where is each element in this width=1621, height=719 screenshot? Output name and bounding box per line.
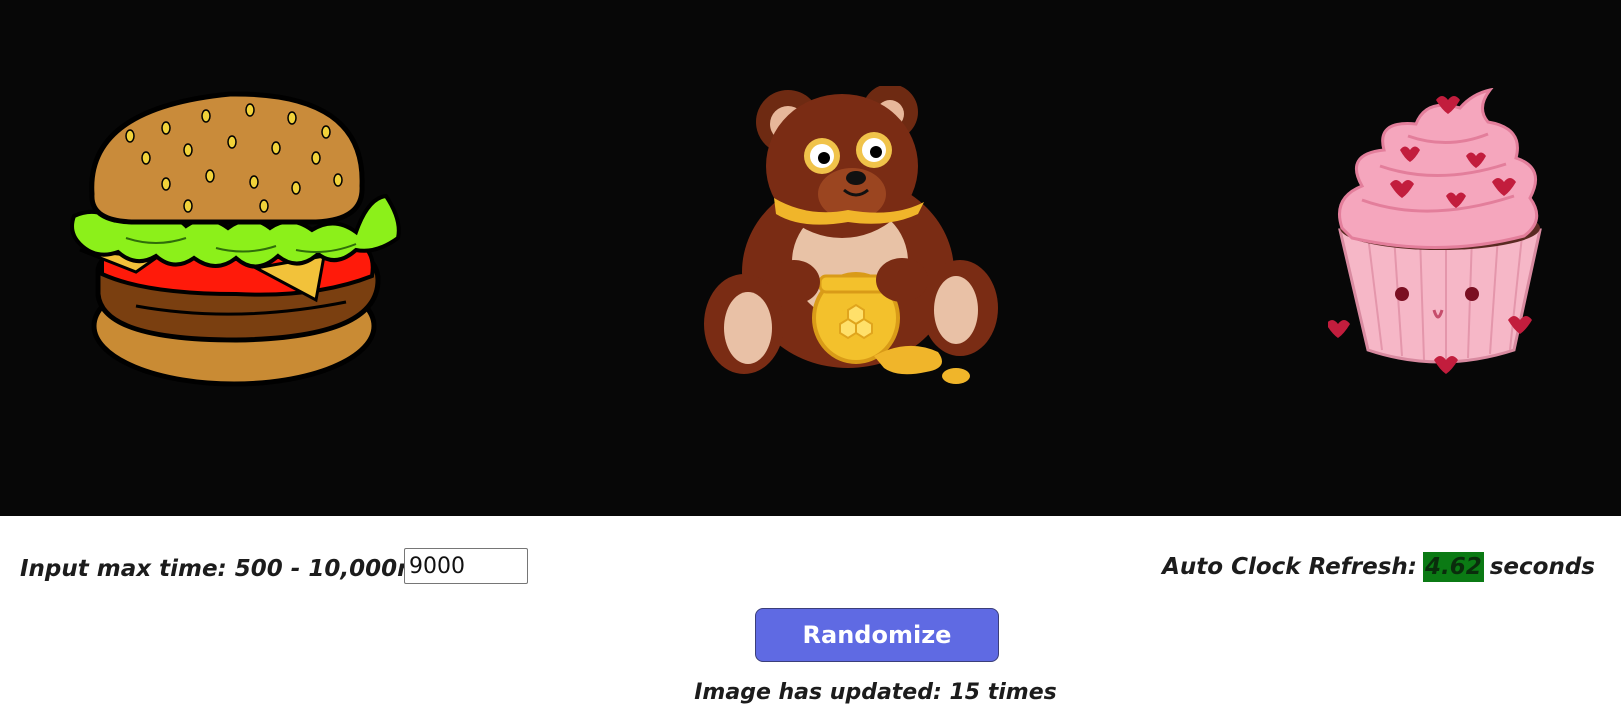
cupcake-image	[1328, 88, 1552, 392]
update-suffix: times	[987, 680, 1057, 705]
max-time-label: Input max time: 500 - 10,000ms	[20, 556, 435, 582]
bear-honey-image	[698, 86, 1010, 394]
update-prefix: Image has updated:	[694, 680, 942, 705]
burger-image	[66, 88, 414, 388]
image-display-area	[0, 0, 1621, 516]
clock-unit: seconds	[1489, 554, 1595, 580]
clock-value: 4.62	[1422, 552, 1484, 582]
max-time-input[interactable]	[404, 548, 528, 584]
update-count: 15	[949, 680, 981, 705]
randomize-button[interactable]: Randomize	[755, 608, 999, 662]
update-counter: Image has updated: 15 times	[0, 680, 1621, 705]
clock-label: Auto Clock Refresh:	[1162, 554, 1417, 580]
control-panel: Input max time: 500 - 10,000ms Auto Cloc…	[0, 516, 1621, 719]
auto-clock-refresh: Auto Clock Refresh: 4.62 seconds	[1162, 552, 1595, 582]
